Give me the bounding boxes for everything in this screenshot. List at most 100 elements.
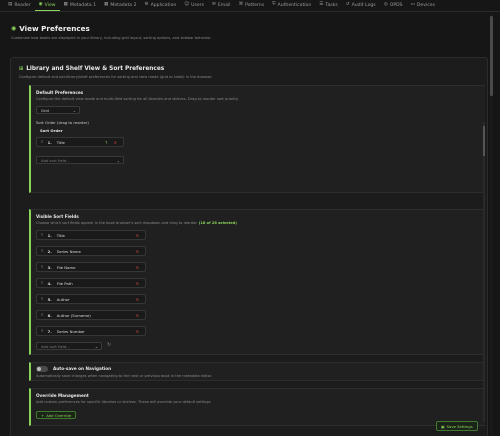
- remove-icon[interactable]: ✕: [136, 265, 139, 270]
- remove-icon[interactable]: ✕: [136, 297, 139, 302]
- visible-sort-item[interactable]: ⠿ 7. Series Number ✕: [36, 326, 146, 336]
- panel-description: Configure default and per-library/shelf …: [19, 75, 213, 79]
- gear-icon: ⚙: [144, 2, 149, 8]
- section-title: Visible Sort Fields: [36, 214, 79, 219]
- tab-application[interactable]: ⚙ Application: [141, 0, 181, 11]
- visible-sort-item[interactable]: ⠿ 4. File Path ✕: [36, 278, 146, 288]
- tab-label: Patterns: [245, 3, 265, 8]
- add-visible-sort-placeholder: Add sort field...: [41, 343, 70, 349]
- opds-icon: ◎: [383, 2, 388, 8]
- sort-item-number: 3.: [47, 264, 52, 270]
- section-title: Override Management: [36, 393, 89, 398]
- sort-item-number: 2.: [47, 248, 52, 254]
- tab-view[interactable]: ◉ View: [34, 0, 60, 11]
- arrow-up-icon[interactable]: ↑: [105, 140, 108, 145]
- add-sort-field-dropdown[interactable]: Add sort field... ⌄: [36, 156, 124, 164]
- drag-handle-icon[interactable]: ⠿: [41, 233, 44, 237]
- visible-sort-description: Choose which sort fields appear in the b…: [36, 221, 198, 225]
- save-icon: ▣: [441, 423, 445, 429]
- tab-patterns[interactable]: ⌘ Patterns: [235, 0, 269, 11]
- sort-item-label: Title: [56, 232, 65, 238]
- eye-icon: ◉: [11, 25, 17, 32]
- sort-order-title: Sort Order: [40, 128, 63, 133]
- reset-icon[interactable]: ↻: [107, 342, 111, 348]
- tab-opds[interactable]: ◎ OPDS: [380, 0, 407, 11]
- remove-icon[interactable]: ✕: [136, 329, 139, 334]
- remove-icon[interactable]: ✕: [136, 281, 139, 286]
- sort-item-number: 4.: [47, 280, 52, 286]
- section-description: Add custom preferences for specific libr…: [36, 400, 212, 404]
- panel-scrollbar-thumb[interactable]: [483, 126, 485, 156]
- drag-handle-icon[interactable]: ⠿: [41, 313, 44, 317]
- visible-sort-fields-section: Visible Sort Fields Choose which sort fi…: [29, 209, 485, 355]
- sort-order-label: Sort Order (drag to reorder): [36, 120, 89, 125]
- chevron-down-icon: ⌄: [72, 108, 76, 113]
- sort-item-number: 7.: [47, 328, 52, 334]
- drag-handle-icon[interactable]: ⠿: [41, 249, 44, 253]
- drag-handle-icon[interactable]: ⠿: [41, 140, 44, 144]
- tab-authentication[interactable]: ⛨ Authentication: [268, 0, 315, 11]
- drag-handle-icon[interactable]: ⠿: [41, 281, 44, 285]
- visible-sort-item[interactable]: ⠿ 1. Title ✕: [36, 230, 146, 240]
- view-mode-dropdown[interactable]: Grid ⌄: [36, 106, 80, 114]
- sort-item-label: File Path: [56, 280, 73, 286]
- visible-sort-item[interactable]: ⠿ 2. Series Name ✕: [36, 246, 146, 256]
- page-scrollbar[interactable]: [490, 14, 493, 436]
- add-override-button[interactable]: + Add Override: [36, 411, 77, 419]
- tab-users[interactable]: ☺ Users: [180, 0, 208, 11]
- metadata-icon: ▦: [104, 2, 109, 8]
- remove-icon[interactable]: ✕: [114, 140, 117, 145]
- section-description: Configure the default view mode and mult…: [36, 97, 239, 101]
- remove-icon[interactable]: ✕: [136, 249, 139, 254]
- history-icon: ↺: [345, 2, 350, 8]
- tab-audit-logs[interactable]: ↺ Audit Logs: [342, 0, 380, 11]
- tab-label: Metadata 2: [110, 3, 137, 8]
- users-icon: ☺: [184, 2, 190, 8]
- visible-sort-item[interactable]: ⠿ 5. Author ✕: [36, 294, 146, 304]
- tab-reader[interactable]: ▤ Reader: [4, 0, 35, 11]
- email-icon: ✉: [211, 2, 216, 8]
- sort-order-item[interactable]: ⠿ 1. Title ↑ ✕: [36, 137, 124, 147]
- section-description: Choose which sort fields appear in the b…: [36, 221, 237, 225]
- tab-label: Users: [191, 3, 204, 8]
- sort-item-label: Series Name: [56, 248, 81, 254]
- panel-scrollbar[interactable]: [483, 122, 485, 422]
- tab-email[interactable]: ✉ Email: [208, 0, 235, 11]
- metadata-icon: ▦: [63, 2, 68, 8]
- save-settings-label: Save Settings: [446, 423, 473, 429]
- sort-item-number: 5.: [47, 296, 52, 302]
- tab-label: Devices: [416, 3, 435, 8]
- add-visible-sort-field-dropdown[interactable]: Add sort field... ⌄: [36, 342, 102, 350]
- page-title: ◉ View Preferences: [11, 24, 489, 33]
- page-title-text: View Preferences: [19, 24, 90, 33]
- remove-icon[interactable]: ✕: [136, 313, 139, 318]
- autosave-section: Auto-save on Navigation Automatically sa…: [29, 362, 485, 381]
- layout-icon: ⊞: [19, 66, 24, 72]
- page-scrollbar-thumb[interactable]: [490, 16, 493, 96]
- tab-label: Authentication: [277, 3, 312, 8]
- tab-metadata-2[interactable]: ▦ Metadata 2: [100, 0, 140, 11]
- remove-icon[interactable]: ✕: [136, 233, 139, 238]
- page-description: Customize how books are displayed in you…: [11, 36, 212, 40]
- drag-handle-icon[interactable]: ⠿: [41, 329, 44, 333]
- sort-item-label: Author: [56, 296, 70, 302]
- panel-title-text: Library and Shelf View & Sort Preference…: [26, 66, 165, 72]
- tab-metadata-1[interactable]: ▦ Metadata 1: [60, 0, 100, 11]
- visible-sort-item[interactable]: ⠿ 3. File Name ✕: [36, 262, 146, 272]
- autosave-toggle[interactable]: [36, 366, 48, 372]
- save-settings-button[interactable]: ▣ Save Settings: [436, 421, 478, 431]
- tab-label: Audit Logs: [351, 3, 376, 8]
- tab-devices[interactable]: ▭ Devices: [407, 0, 439, 11]
- sort-item-label: File Name: [56, 264, 76, 270]
- sort-item-number: 6.: [47, 312, 52, 318]
- override-section: Override Management Add custom preferenc…: [29, 388, 485, 426]
- settings-tab-bar: ▤ Reader ◉ View ▦ Metadata 1 ▦ Metadata 2 ⚙ Appli…: [0, 0, 500, 12]
- sort-item-label: Author (Surname): [56, 312, 91, 318]
- view-sort-panel: ⊞ Library and Shelf View & Sort Preferen…: [10, 57, 488, 436]
- tab-tasks[interactable]: ☰ Tasks: [315, 0, 341, 11]
- sort-item-label: Series Number: [56, 328, 85, 334]
- drag-handle-icon[interactable]: ⠿: [41, 297, 44, 301]
- page-header: ◉ View Preferences Customize how books a…: [5, 14, 489, 40]
- visible-sort-item[interactable]: ⠿ 6. Author (Surname) ✕: [36, 310, 146, 320]
- drag-handle-icon[interactable]: ⠿: [41, 265, 44, 269]
